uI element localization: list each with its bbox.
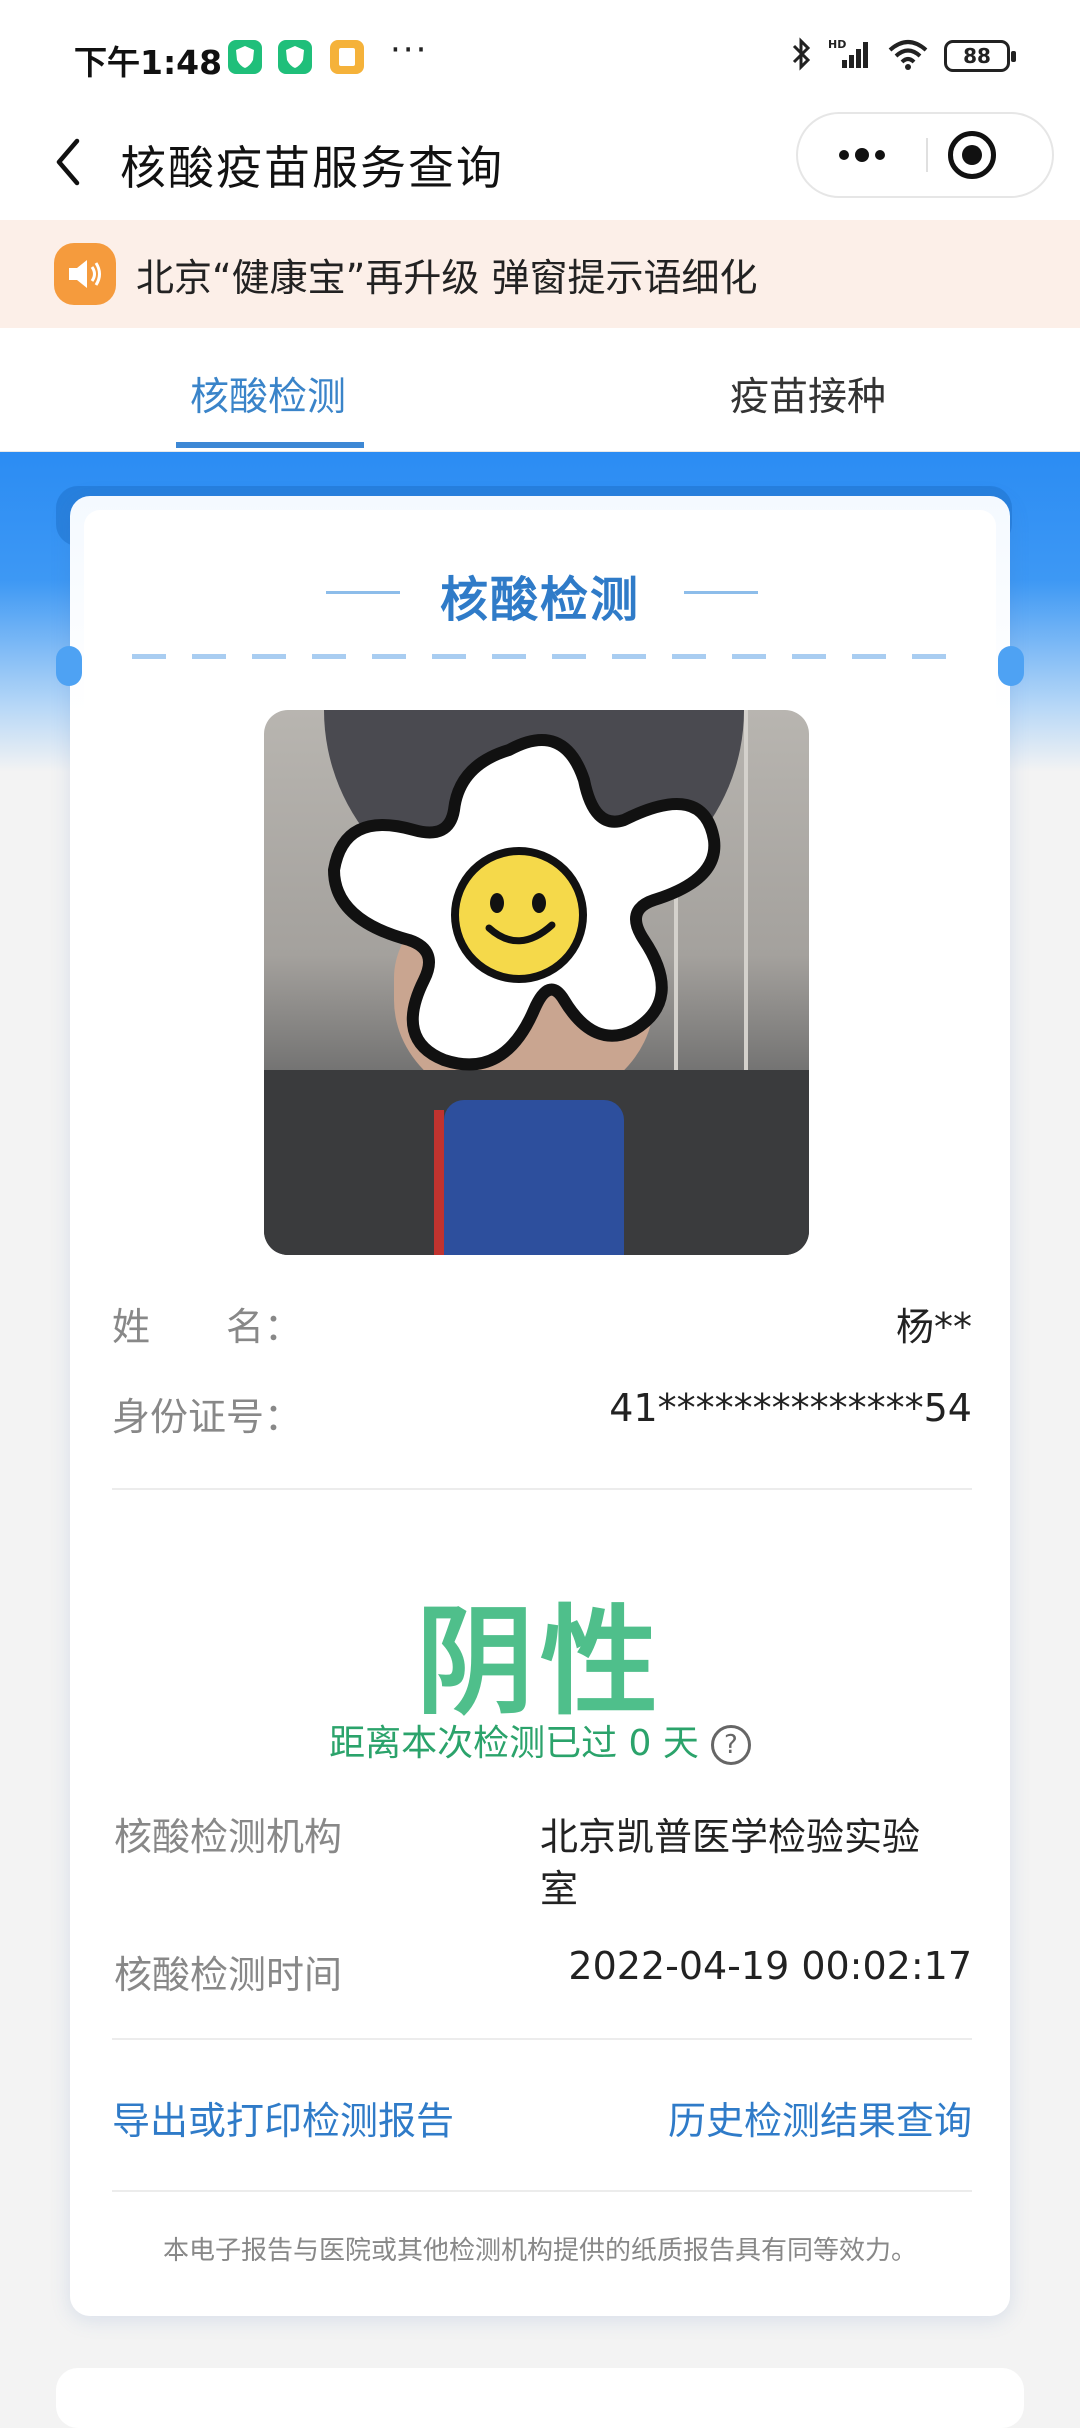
divider (112, 2038, 972, 2040)
close-target-button[interactable] (948, 131, 996, 179)
test-result: 阴性 (415, 1593, 664, 1731)
legal-footnote: 本电子报告与医院或其他检测机构提供的纸质报告具有同等效力。 (162, 2236, 917, 2266)
svg-text:HD: HD (828, 38, 846, 51)
test-time-label: 核酸检测时间 (114, 1953, 343, 1997)
back-button[interactable] (38, 132, 98, 192)
capsule-divider (926, 138, 928, 172)
note-app-icon (330, 40, 364, 74)
export-report-link[interactable]: 导出或打印检测报告 (112, 2090, 454, 2145)
history-results-link[interactable]: 历史检测结果查询 (668, 2090, 972, 2145)
tab-bar: 核酸检测 疫苗接种 (0, 328, 1080, 452)
speaker-icon (54, 243, 116, 305)
page-title: 核酸疫苗服务查询 (120, 141, 504, 195)
name-value: 杨** (895, 1305, 972, 1349)
chevron-left-icon (56, 138, 80, 186)
test-time-value: 2022-04-19 00:02:17 (568, 1944, 972, 1988)
tab-vaccination[interactable]: 疫苗接种 (730, 366, 886, 422)
signal-icon: HD (828, 36, 872, 76)
shield-app-icon (228, 40, 262, 74)
card-notch-left (56, 646, 82, 686)
institution-value-line1: 北京凯普医学检验实验 (540, 1815, 921, 1859)
shield-app-icon (278, 40, 312, 74)
dashed-separator (132, 654, 952, 659)
battery-icon: 88 (944, 40, 1016, 72)
more-icon-dot (855, 148, 869, 162)
next-card (56, 2368, 1024, 2428)
institution-label: 核酸检测机构 (114, 1815, 343, 1859)
divider (112, 1488, 972, 1490)
more-button[interactable] (798, 114, 926, 196)
id-value: 41**************54 (609, 1386, 972, 1430)
help-icon[interactable]: ? (710, 1725, 751, 1765)
more-icon-dot (875, 150, 885, 160)
card-notch-right (998, 646, 1024, 686)
wifi-icon (886, 36, 930, 76)
divider (112, 2190, 972, 2192)
tab-nucleic-acid-test[interactable]: 核酸检测 (190, 366, 346, 422)
flower-sticker-icon (328, 734, 721, 1071)
status-right-group: HD 88 (790, 36, 1016, 76)
card-title: 核酸检测 (439, 572, 640, 628)
more-icon (839, 150, 849, 160)
status-time: 下午1:48 (74, 43, 223, 82)
title-bar: 核酸疫苗服务查询 (0, 110, 1080, 220)
title-decor-right (684, 591, 758, 594)
status-more-icon: ··· (390, 30, 429, 70)
notice-text: 北京“健康宝”再升级 弹窗提示语细化 (136, 255, 758, 300)
days-since-test: 距离本次检测已过 0 天? (0, 1714, 1080, 1766)
name-label: 姓 名： (112, 1305, 303, 1349)
notice-banner[interactable]: 北京“健康宝”再升级 弹窗提示语细化 (0, 220, 1080, 328)
tab-active-indicator (176, 442, 364, 448)
mini-program-capsule (796, 112, 1054, 198)
user-photo (264, 710, 809, 1255)
bluetooth-icon (790, 36, 814, 76)
institution-value-line2: 室 (540, 1867, 579, 1911)
days-since-text: 距离本次检测已过 0 天 (329, 1723, 699, 1764)
id-label: 身份证号： (112, 1395, 303, 1439)
status-bar: 下午1:48 ··· HD 88 (0, 0, 1080, 118)
